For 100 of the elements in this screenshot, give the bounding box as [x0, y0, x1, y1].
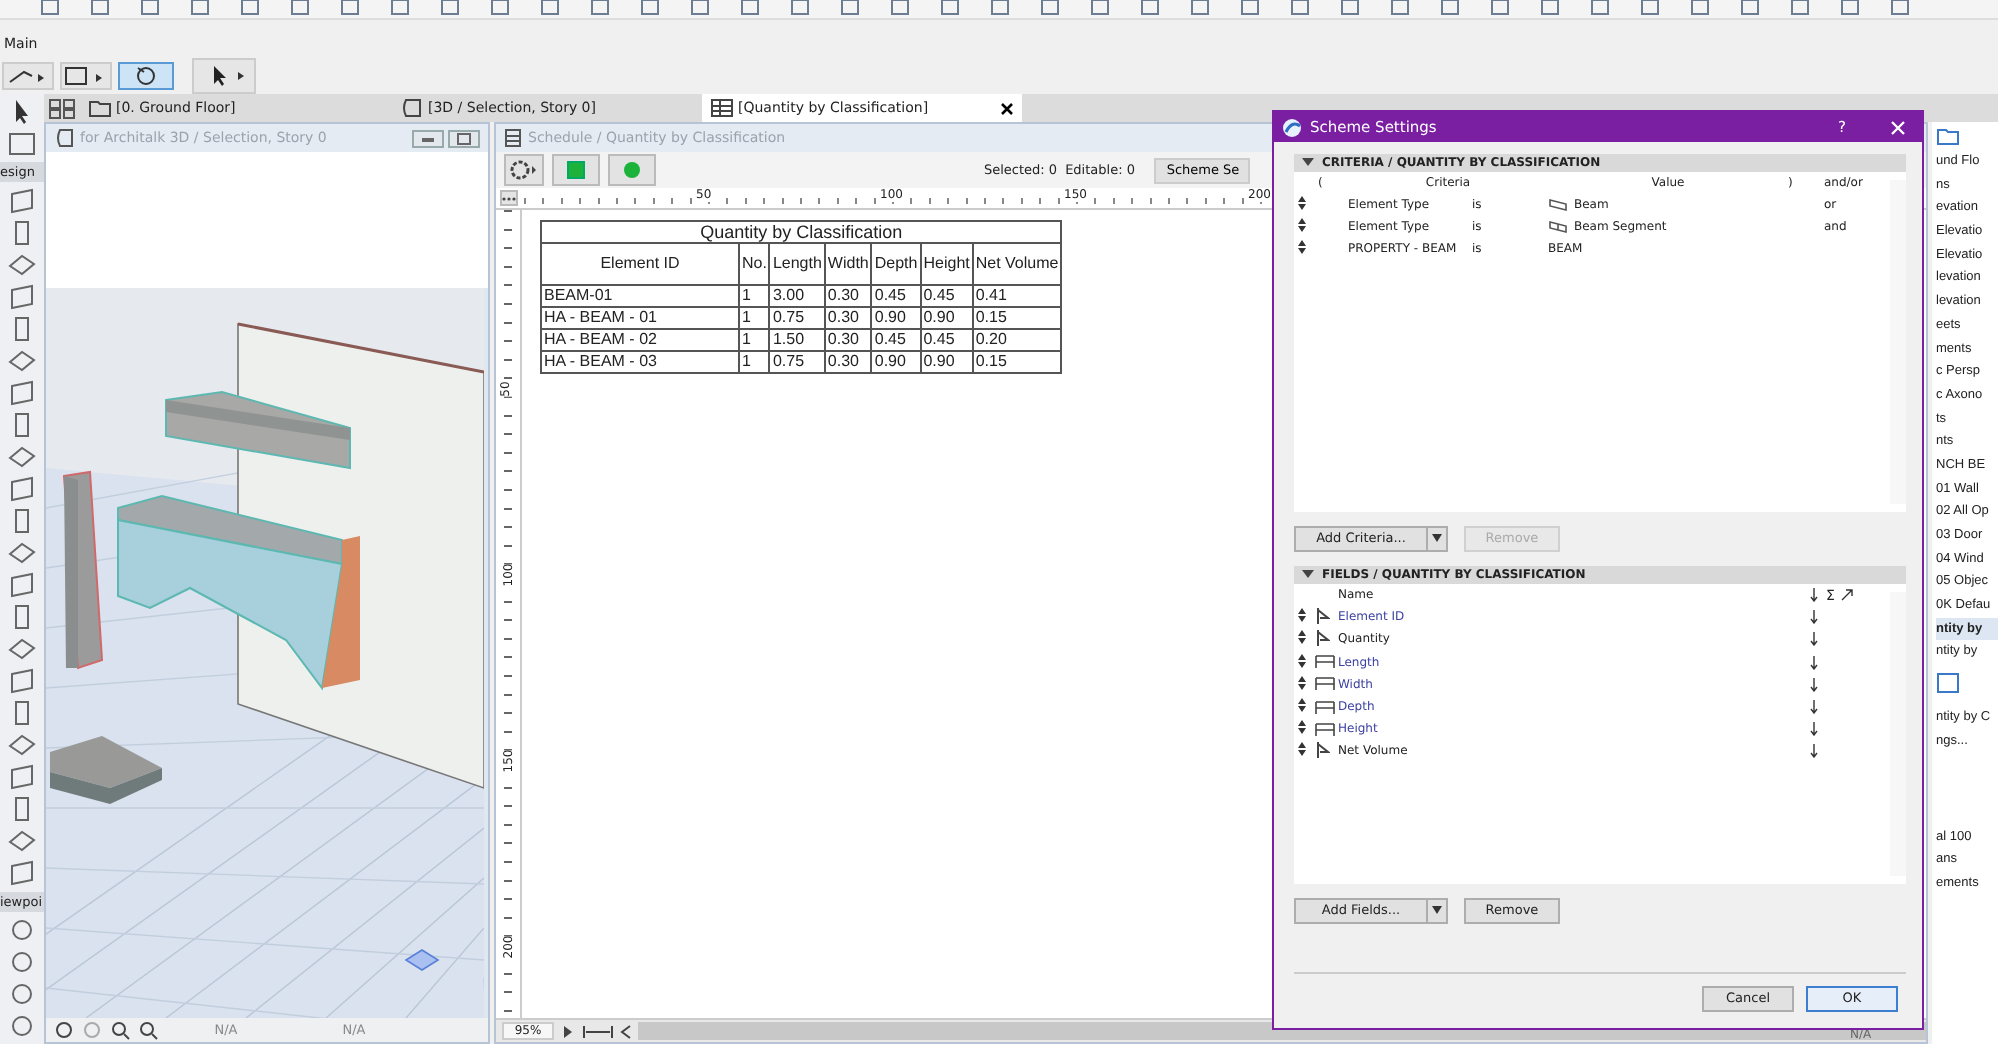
- table-cell: 0.15: [972, 307, 1062, 329]
- toolbar-icon[interactable]: [1740, 0, 1760, 16]
- tool-icon[interactable]: [8, 348, 36, 374]
- toolbar-icon[interactable]: [1590, 0, 1610, 16]
- tool-icon[interactable]: [8, 982, 36, 1008]
- tool-icon[interactable]: [8, 444, 36, 470]
- tool-icon[interactable]: [8, 540, 36, 566]
- toolbar-icon[interactable]: [140, 0, 160, 16]
- sort-arrow-icon[interactable]: [1810, 722, 1818, 737]
- drag-handle-icon[interactable]: [1298, 630, 1306, 645]
- settings-icon[interactable]: [504, 154, 544, 186]
- drag-handle-icon[interactable]: [1298, 698, 1306, 713]
- ruler-options-icon[interactable]: [500, 190, 518, 206]
- view-icon[interactable]: [1936, 672, 1960, 695]
- tool-icon[interactable]: [8, 860, 36, 886]
- tool-icon[interactable]: [8, 636, 36, 662]
- tool-icon[interactable]: [8, 1014, 36, 1040]
- drag-handle-icon[interactable]: [1298, 608, 1306, 623]
- drag-handle-icon[interactable]: [1298, 675, 1306, 690]
- table-cell: 3.00: [769, 285, 825, 307]
- sort-arrow-icon[interactable]: [1810, 610, 1818, 625]
- toolbar-icon[interactable]: [590, 0, 610, 16]
- toolbar-icon[interactable]: [890, 0, 910, 16]
- toolbar-icon[interactable]: [1540, 0, 1560, 16]
- toolbar-icon[interactable]: [1240, 0, 1260, 16]
- grid-icon[interactable]: [48, 97, 76, 119]
- toolbar-icon[interactable]: [790, 0, 810, 16]
- toolbar-icon[interactable]: [1440, 0, 1460, 16]
- navigation-grid-icon[interactable]: [404, 949, 440, 971]
- marquee-tool-icon[interactable]: [8, 132, 36, 156]
- toolbar-icon[interactable]: [190, 0, 210, 16]
- toolbar-icon[interactable]: [90, 0, 110, 16]
- toolbar-icon[interactable]: [690, 0, 710, 16]
- toolbar-icon[interactable]: [1140, 0, 1160, 16]
- drag-handle-icon[interactable]: [1298, 240, 1306, 254]
- tool-icon[interactable]: [8, 732, 36, 758]
- toolbar-icon[interactable]: [1190, 0, 1210, 16]
- toolbar-icon[interactable]: [940, 0, 960, 16]
- toolbar-icon[interactable]: [740, 0, 760, 16]
- drag-handle-icon[interactable]: [1298, 653, 1306, 668]
- toolbar-icon[interactable]: [1390, 0, 1410, 16]
- tool-icon[interactable]: [8, 572, 36, 598]
- tool-icon[interactable]: [8, 668, 36, 694]
- play-icon[interactable]: [560, 1023, 576, 1039]
- drag-handle-icon[interactable]: [1298, 196, 1306, 210]
- folder-icon[interactable]: [1936, 126, 1960, 146]
- sort-arrow-icon[interactable]: [1810, 655, 1818, 670]
- drag-handle-icon[interactable]: [1298, 720, 1306, 735]
- sort-arrow-icon[interactable]: [1810, 744, 1818, 759]
- toolbar-icon[interactable]: [490, 0, 510, 16]
- toolbar-icon[interactable]: [990, 0, 1010, 16]
- toolbar-icon[interactable]: [640, 0, 660, 16]
- table-cell: HA - BEAM - 02: [541, 329, 739, 351]
- drag-handle-icon[interactable]: [1298, 218, 1306, 232]
- toolbar-icon[interactable]: [440, 0, 460, 16]
- column-header: Height: [920, 243, 973, 285]
- close-icon[interactable]: [1000, 101, 1014, 115]
- table-cell: 0.90: [920, 351, 973, 373]
- toolbar-icon[interactable]: [290, 0, 310, 16]
- sort-arrow-icon[interactable]: [1810, 700, 1818, 715]
- tool-icon[interactable]: [8, 188, 36, 214]
- toolbar-icon[interactable]: [390, 0, 410, 16]
- tool-icon[interactable]: [8, 284, 36, 310]
- fit-width-icon[interactable]: [582, 1023, 614, 1039]
- minimize-icon[interactable]: [412, 129, 444, 147]
- toolbar-icon[interactable]: [1090, 0, 1110, 16]
- toolbar-icon[interactable]: [340, 0, 360, 16]
- toolbar-icon[interactable]: [840, 0, 860, 16]
- caret-icon[interactable]: [620, 1023, 632, 1039]
- dropdown-icon[interactable]: [1428, 897, 1448, 923]
- toolbar-icon[interactable]: [1290, 0, 1310, 16]
- tool-icon[interactable]: [8, 252, 36, 278]
- drag-handle-icon[interactable]: [1298, 742, 1306, 757]
- toolbar-icon[interactable]: [1890, 0, 1910, 16]
- zoom-fit-icon[interactable]: [138, 1020, 158, 1040]
- tool-icon[interactable]: [8, 828, 36, 854]
- zoom-in-icon[interactable]: [110, 1020, 130, 1040]
- rotate-icon[interactable]: [54, 1020, 74, 1040]
- rotate-icon[interactable]: [118, 61, 174, 89]
- toolbar-icon[interactable]: [1040, 0, 1060, 16]
- tool-icon[interactable]: [8, 950, 36, 976]
- table-cell: 0.30: [824, 351, 872, 373]
- toolbar-icon[interactable]: [1840, 0, 1860, 16]
- tool-icon[interactable]: [8, 476, 36, 502]
- sort-arrow-icon[interactable]: [1810, 632, 1818, 647]
- frame-icon[interactable]: [60, 61, 112, 89]
- tool-icon[interactable]: [8, 764, 36, 790]
- toolbar-icon[interactable]: [1340, 0, 1360, 16]
- toolbar-icon[interactable]: [540, 0, 560, 16]
- tool-icon[interactable]: [8, 380, 36, 406]
- toolbar-icon[interactable]: [240, 0, 260, 16]
- toolbar-icon[interactable]: [1690, 0, 1710, 16]
- toolbar-icon[interactable]: [1490, 0, 1510, 16]
- toolbar-icon[interactable]: [1640, 0, 1660, 16]
- toolbar-icon[interactable]: [40, 0, 60, 16]
- maximize-icon[interactable]: [448, 129, 480, 147]
- toolbar-icon[interactable]: [1790, 0, 1810, 16]
- tool-icon[interactable]: [8, 918, 36, 944]
- sort-arrow-icon[interactable]: [1810, 677, 1818, 692]
- dropdown-icon[interactable]: [1428, 525, 1448, 551]
